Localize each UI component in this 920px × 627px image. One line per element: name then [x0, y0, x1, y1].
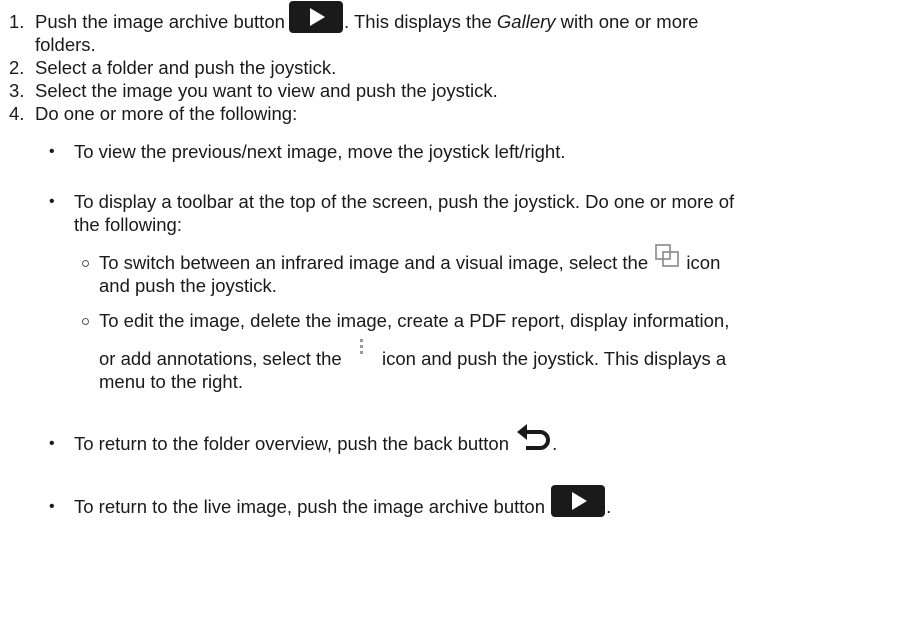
step-1-text-after: . This displays the [344, 11, 492, 32]
bullet-back: To return to the folder overview, push t… [74, 424, 558, 455]
bullet-dot: • [49, 498, 55, 515]
live-text: To return to the live image, push the im… [74, 496, 545, 517]
play-button-icon [289, 1, 344, 34]
bullet-prev-next: To view the previous/next image, move th… [74, 141, 566, 162]
step-3-text: Select the image you want to view and pu… [35, 80, 498, 101]
bullet-live: To return to the live image, push the im… [74, 485, 612, 518]
back-period: . [552, 433, 558, 454]
step-1-line-1: Push the image archive button . This dis… [35, 1, 699, 34]
bullet-toolbar-line-2: the following: [74, 214, 182, 235]
back-arrow-icon [517, 424, 551, 451]
step-1-tail: with one or more [560, 11, 699, 32]
step-1-line-2: folders. [35, 34, 96, 55]
sub-bullet-edit-line-1: To edit the image, delete the image, cre… [99, 310, 730, 331]
step-2-text: Select a folder and push the joystick. [35, 57, 337, 78]
live-period: . [606, 496, 612, 517]
sub-bullet-switch-line-1: To switch between an infrared image and … [99, 244, 721, 274]
switch-icon-word: icon [686, 252, 721, 273]
play-button-icon [551, 485, 606, 518]
bullet-toolbar-line-1: To display a toolbar at the top of the s… [74, 191, 735, 212]
edit-text-after: icon and push the joystick. This display… [382, 348, 727, 369]
overlapping-squares-icon [655, 244, 680, 267]
sub-bullet-switch-line-2: and push the joystick. [99, 275, 277, 296]
bullet-dot: • [49, 435, 55, 452]
bullet-dot: • [49, 193, 55, 210]
back-text: To return to the folder overview, push t… [74, 433, 510, 454]
edit-text: or add annotations, select the [99, 348, 342, 369]
step-4-text: Do one or more of the following: [35, 103, 298, 124]
sub-bullet-circle [82, 260, 89, 267]
sub-bullet-circle [82, 318, 89, 325]
bullet-dot: • [49, 143, 55, 160]
sub-bullet-edit-line-2: or add annotations, select the icon and … [99, 339, 727, 370]
vertical-dots-menu-icon [359, 339, 363, 355]
step-1-text: Push the image archive button [35, 11, 285, 32]
switch-text: To switch between an infrared image and … [99, 252, 649, 273]
sub-bullet-edit-line-3: menu to the right. [99, 371, 243, 392]
gallery-term: Gallery [496, 11, 556, 32]
